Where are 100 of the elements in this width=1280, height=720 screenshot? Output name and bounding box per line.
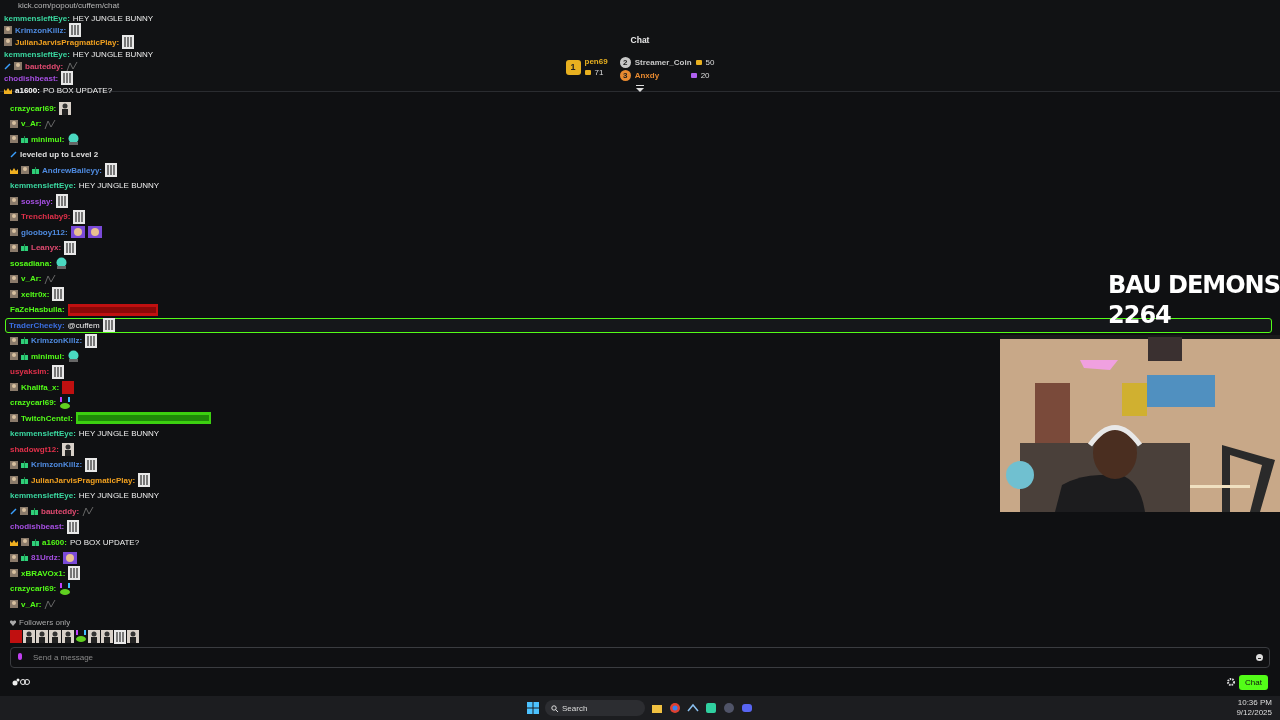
- username[interactable]: bauteddy:: [41, 506, 80, 516]
- avatar-icon: [10, 212, 18, 221]
- username[interactable]: shadowgt12:: [10, 444, 59, 454]
- heart-icon: [10, 619, 16, 626]
- message-text: HEY JUNGLE BUNNY: [72, 13, 154, 23]
- chat-button[interactable]: Chat: [1239, 674, 1268, 690]
- message-input[interactable]: Send a message: [31, 652, 1248, 663]
- clock-date: 9/12/2025: [1236, 708, 1272, 718]
- username[interactable]: crazycarl69:: [10, 584, 57, 594]
- settings-icon[interactable]: [1227, 678, 1236, 686]
- username[interactable]: xBRAVOx1:: [21, 568, 66, 578]
- username[interactable]: minimul:: [31, 134, 65, 144]
- username[interactable]: a1600:: [42, 537, 67, 547]
- emote-icon: [127, 630, 139, 643]
- message-text: HEY JUNGLE BUNNY: [78, 491, 160, 501]
- emote-icon: [105, 163, 118, 178]
- emote-icon: [75, 630, 87, 642]
- windows-icon[interactable]: [527, 702, 539, 714]
- username[interactable]: JulianJarvisPragmaticPlay:: [31, 475, 136, 485]
- username[interactable]: glooboy112:: [21, 227, 68, 237]
- avatar-icon: [4, 38, 12, 46]
- username[interactable]: chodishbeast:: [4, 73, 59, 83]
- username[interactable]: Khalifa_x:: [21, 382, 60, 392]
- username[interactable]: kemmensleftEye:: [4, 13, 70, 23]
- username[interactable]: minimul:: [31, 351, 65, 361]
- emote-icon: [85, 457, 98, 472]
- username[interactable]: kemmensleftEye:: [10, 429, 76, 439]
- username[interactable]: xeltr0x:: [21, 289, 50, 299]
- rank-badge: 3: [619, 70, 631, 81]
- app-icon[interactable]: [669, 702, 681, 714]
- system-message: leveled up to Level 2: [20, 150, 99, 160]
- app-icon[interactable]: [705, 702, 717, 714]
- avatar-icon: [10, 476, 18, 485]
- username[interactable]: kemmensleftEye:: [10, 491, 76, 501]
- avatar-icon: [10, 228, 18, 237]
- username[interactable]: AndrewBaileyy:: [42, 165, 103, 175]
- chat-mode-label: Followers only: [19, 618, 71, 627]
- emote-icon: [52, 287, 65, 302]
- username[interactable]: bauteddy:: [25, 61, 64, 71]
- username[interactable]: v_Ar:: [21, 599, 42, 609]
- emote-icon: [44, 272, 57, 285]
- username[interactable]: KrimzonKillz:: [15, 25, 67, 35]
- emote-icon: [85, 333, 98, 348]
- username[interactable]: usyaksim:: [10, 367, 50, 377]
- sword-icon: [4, 62, 11, 70]
- username[interactable]: crazycarl69:: [10, 398, 57, 408]
- username[interactable]: TwitchCentel:: [21, 413, 73, 423]
- emote-icon: [59, 101, 72, 115]
- monkey-icon: [70, 226, 85, 239]
- message-field[interactable]: Send a message: [10, 647, 1270, 668]
- gift-icon: [21, 244, 28, 252]
- message-text: @cuffem: [67, 320, 100, 330]
- rank-badge: 1: [565, 59, 581, 75]
- username[interactable]: sossjay:: [21, 196, 54, 206]
- search-icon: [551, 704, 558, 712]
- username[interactable]: FaZeHasbulla:: [10, 305, 65, 315]
- app-icon[interactable]: [651, 702, 663, 714]
- username[interactable]: v_Ar:: [21, 274, 42, 284]
- crown-icon: [4, 86, 12, 94]
- avatar-icon: [10, 414, 18, 423]
- monkey-icon: [87, 226, 102, 239]
- emote-icon: [10, 630, 22, 643]
- avatar-icon: [10, 290, 18, 299]
- emote-icon: [82, 505, 95, 518]
- username[interactable]: chodishbeast:: [10, 522, 65, 532]
- emote-icon: [66, 60, 79, 72]
- username[interactable]: kemmensleftEye:: [4, 49, 70, 59]
- emote-icon: [59, 396, 72, 409]
- monkey-icon: [63, 551, 78, 564]
- emote-icon: [138, 473, 151, 488]
- username[interactable]: crazycarl69:: [10, 103, 57, 113]
- username[interactable]: TraderCheeky:: [9, 320, 65, 330]
- username[interactable]: 81Urdz:: [31, 553, 61, 563]
- collapse-icon[interactable]: [636, 85, 644, 92]
- username[interactable]: JulianJarvisPragmaticPlay:: [15, 37, 120, 47]
- address-bar[interactable]: kick.com/popout/cuffem/chat: [4, 0, 400, 12]
- username[interactable]: a1600:: [15, 85, 40, 95]
- username[interactable]: KrimzonKillz:: [31, 336, 83, 346]
- rank-badge: 2: [619, 57, 631, 68]
- emoji-icon[interactable]: [1256, 654, 1263, 661]
- username[interactable]: kemmensleftEye:: [10, 181, 76, 191]
- taskbar-search[interactable]: Search: [545, 700, 645, 716]
- username[interactable]: sosadiana:: [10, 258, 52, 268]
- avatar-icon: [10, 135, 18, 144]
- sword-icon: [10, 151, 17, 159]
- avatar-icon: [21, 166, 29, 175]
- username[interactable]: KrimzonKillz:: [31, 460, 83, 470]
- username[interactable]: Trenchlaby9:: [21, 212, 71, 222]
- message-text: HEY JUNGLE BUNNY: [78, 429, 160, 439]
- microphone-icon[interactable]: [17, 653, 23, 662]
- gift-icon: [32, 538, 39, 546]
- message-text: HEY JUNGLE BUNNY: [72, 49, 154, 59]
- username[interactable]: v_Ar:: [21, 119, 42, 129]
- points-icon[interactable]: [12, 678, 30, 686]
- avatar-icon: [10, 553, 18, 562]
- emote-icon: [36, 630, 48, 643]
- avatar-icon: [20, 507, 28, 516]
- leader-amount: 71: [594, 68, 604, 77]
- app-icon[interactable]: [687, 702, 699, 714]
- username[interactable]: Leanyx:: [31, 243, 62, 253]
